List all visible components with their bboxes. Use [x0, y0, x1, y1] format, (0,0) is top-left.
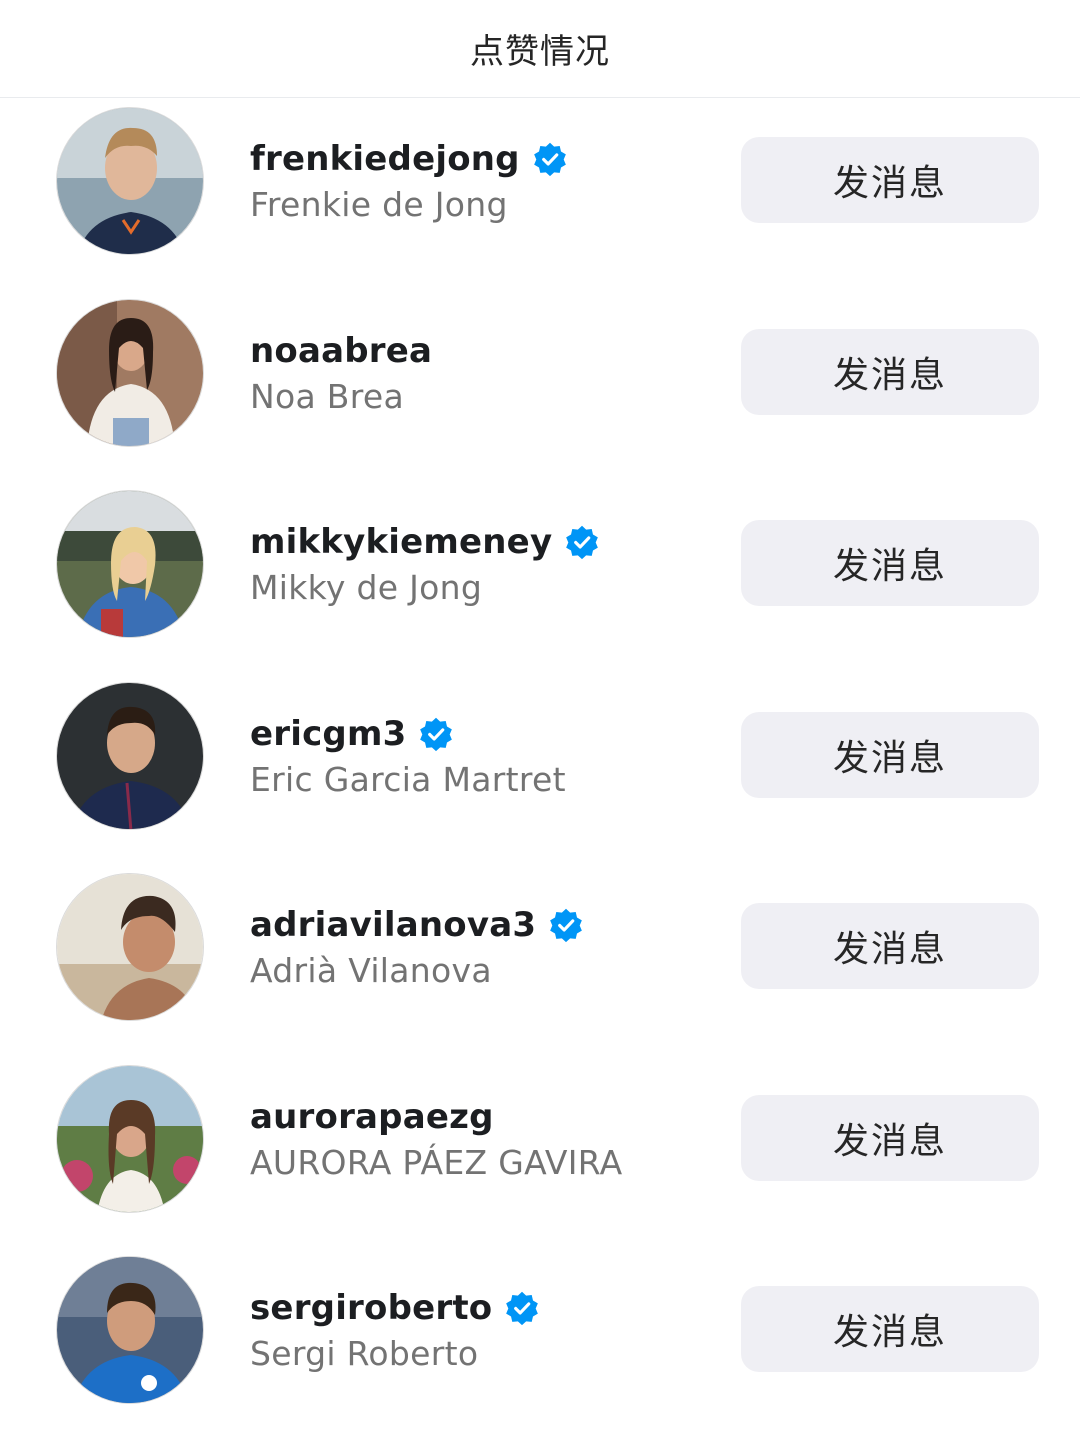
username[interactable]: ericgm3	[250, 714, 406, 754]
full-name: Mikky de Jong	[250, 568, 483, 607]
username[interactable]: adriavilanova3	[250, 905, 536, 945]
avatar[interactable]	[56, 1256, 204, 1404]
list-item[interactable]: adriavilanova3 Adrià Vilanova 发消息	[0, 873, 1080, 1065]
avatar[interactable]	[56, 298, 204, 447]
list-item[interactable]: sergiroberto Sergi Roberto 发消息	[0, 1256, 1080, 1448]
username[interactable]: frenkiedejong	[250, 139, 520, 179]
verified-badge-icon	[506, 1291, 539, 1326]
message-button[interactable]: 发消息	[741, 903, 1039, 989]
username[interactable]: sergiroberto	[250, 1288, 492, 1328]
message-button[interactable]: 发消息	[741, 520, 1039, 606]
full-name: Sergi Roberto	[250, 1334, 479, 1373]
message-button[interactable]: 发消息	[741, 137, 1039, 223]
message-button[interactable]: 发消息	[741, 328, 1039, 415]
list-item[interactable]: mikkykiemeney Mikky de Jong 发消息	[0, 490, 1080, 682]
verified-badge-icon	[533, 142, 566, 177]
username[interactable]: noaabrea	[250, 331, 432, 371]
verified-badge-icon	[550, 908, 583, 943]
list-item[interactable]: ericgm3 Eric Garcia Martret 发消息	[0, 681, 1080, 874]
avatar[interactable]	[56, 490, 204, 638]
full-name: AURORA PÁEZ GAVIRA	[250, 1142, 623, 1182]
full-name: Noa Brea	[250, 376, 404, 416]
avatar[interactable]	[56, 681, 204, 830]
list-item[interactable]: frenkiedejong Frenkie de Jong 发消息	[0, 107, 1080, 299]
message-button[interactable]: 发消息	[741, 711, 1039, 798]
username[interactable]: mikkykiemeney	[250, 522, 552, 562]
avatar[interactable]	[56, 873, 204, 1021]
message-button[interactable]: 发消息	[741, 1094, 1039, 1181]
full-name: Frenkie de Jong	[250, 185, 508, 224]
avatar[interactable]	[56, 1064, 204, 1213]
page-title: 点赞情况	[470, 32, 610, 72]
list-item[interactable]: aurorapaezg AURORA PÁEZ GAVIRA 发消息	[0, 1064, 1080, 1257]
username[interactable]: aurorapaezg	[250, 1097, 494, 1137]
verified-badge-icon	[420, 717, 453, 751]
likes-list: frenkiedejong Frenkie de Jong 发消息 noaabr…	[0, 107, 1080, 1448]
message-button[interactable]: 发消息	[741, 1286, 1039, 1372]
avatar[interactable]	[56, 107, 204, 255]
full-name: Eric Garcia Martret	[250, 759, 566, 799]
verified-badge-icon	[566, 525, 599, 560]
list-item[interactable]: noaabrea Noa Brea 发消息	[0, 298, 1080, 491]
full-name: Adrià Vilanova	[250, 951, 492, 990]
header-bar: 点赞情况	[0, 0, 1080, 98]
